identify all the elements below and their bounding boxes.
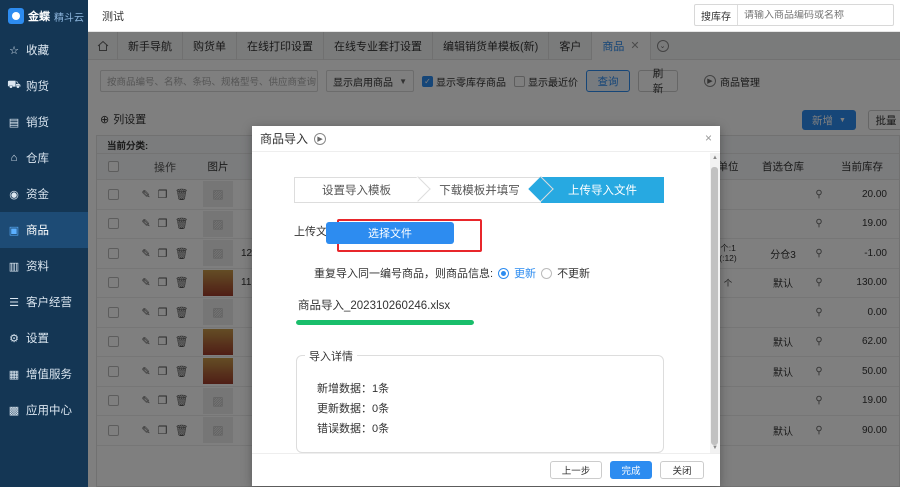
prev-button[interactable]: 上一步: [550, 461, 602, 479]
logo-name: 金蝶: [28, 11, 50, 23]
choose-file-button[interactable]: 选择文件: [326, 222, 454, 244]
settings-icon: ⚙: [9, 332, 19, 345]
upload-progress: [296, 320, 474, 325]
upload-progress-fill: [296, 320, 474, 325]
sidebar-item-label: 购货: [26, 81, 49, 93]
radio-update-label: 更新: [514, 268, 537, 280]
sidebar-item-label: 收藏: [26, 45, 49, 57]
modal-body: 设置导入模板 下载模板并填写 上传导入文件 上传文件 选择文件 重复导入同一编号…: [252, 153, 710, 453]
sidebar-item-label: 仓库: [26, 153, 49, 165]
repeat-label: 重复导入同一编号商品，则商品信息:: [314, 268, 494, 280]
step-3: 上传导入文件: [541, 177, 664, 203]
sales-icon: ▤: [8, 116, 20, 129]
step-2-label: 下载模板并填写: [439, 185, 520, 197]
detail-error: 错误数据：0条: [317, 423, 390, 435]
global-search[interactable]: 搜库存: [694, 4, 894, 26]
logo-sub: 精斗云: [54, 12, 84, 24]
step-1: 设置导入模板: [294, 176, 431, 203]
logo-icon: [8, 8, 24, 24]
sidebar-item-7[interactable]: ☰ 客户经营: [0, 284, 88, 320]
close-icon[interactable]: ×: [705, 131, 712, 145]
modal-header: 商品导入 ▶: [252, 126, 720, 152]
sidebar-item-5[interactable]: ▣ 商品: [0, 212, 88, 248]
step-3-label: 上传导入文件: [568, 185, 637, 197]
repeat-import-option: 重复导入同一编号商品，则商品信息: 更新 不更新: [314, 265, 590, 281]
detail-new: 新增数据：1条: [317, 383, 390, 395]
step-2: 下载模板并填写: [418, 176, 554, 203]
modal-title: 商品导入: [260, 132, 309, 146]
uploaded-file-name: 商品导入_202310260246.xlsx: [298, 300, 451, 312]
sidebar-item-2[interactable]: ▤ 销货: [0, 104, 88, 140]
app-center-icon: ▩: [8, 404, 20, 417]
sidebar-item-3[interactable]: ⌂ 仓库: [0, 140, 88, 176]
service-icon: ▦: [8, 368, 20, 381]
document-icon: ▥: [8, 260, 20, 273]
sidebar-item-10[interactable]: ▩ 应用中心: [0, 392, 88, 428]
sidebar-item-1[interactable]: ⛟ 购货: [0, 68, 88, 104]
modal-scrollbar[interactable]: ▲ ▼: [710, 153, 720, 453]
customer-icon: ☰: [9, 296, 19, 309]
money-icon: ◉: [9, 188, 19, 201]
star-icon: ☆: [9, 44, 19, 57]
play-circle-icon[interactable]: ▶: [314, 132, 327, 145]
sidebar-item-label: 应用中心: [26, 405, 72, 417]
radio-update[interactable]: [498, 267, 510, 279]
done-button[interactable]: 完成: [610, 461, 652, 479]
sidebar-item-label: 增值服务: [26, 369, 72, 381]
radio-no-update-label: 不更新: [557, 268, 591, 280]
page-title: 测试: [102, 10, 124, 23]
sidebar-item-label: 资料: [26, 261, 49, 273]
global-search-input[interactable]: [738, 9, 868, 21]
detail-update: 更新数据：0条: [317, 403, 390, 415]
sidebar-item-label: 销货: [26, 117, 49, 129]
sidebar-item-label: 客户经营: [26, 297, 72, 309]
sidebar-item-4[interactable]: ◉ 资金: [0, 176, 88, 212]
top-bar: 测试 搜库存: [88, 0, 900, 32]
global-search-label: 搜库存: [695, 5, 738, 25]
scroll-thumb[interactable]: [711, 167, 718, 445]
sidebar: 金蝶 精斗云 ☆ 收藏 ⛟ 购货 ▤ 销货 ⌂ 仓库 ◉ 资金 ▣ 商品 ▥ 资料 ☰ 客户经营 ⚙ 设置 ▦ 增值服…: [0, 0, 88, 487]
detail-title: 导入详情: [305, 348, 357, 364]
scroll-up-icon[interactable]: ▲: [712, 155, 718, 161]
scroll-down-icon[interactable]: ▼: [712, 445, 718, 451]
sidebar-item-label: 设置: [26, 333, 49, 345]
app-logo: 金蝶 精斗云: [0, 0, 88, 32]
sidebar-item-9[interactable]: ▦ 增值服务: [0, 356, 88, 392]
sidebar-item-label: 商品: [26, 225, 49, 237]
import-modal: 商品导入 ▶ × 设置导入模板 下载模板并填写 上传导入文件 上传文件 选择文件…: [252, 126, 720, 486]
import-steps: 设置导入模板 下载模板并填写 上传导入文件: [294, 176, 664, 203]
sidebar-item-label: 资金: [26, 189, 49, 201]
radio-no-update[interactable]: [541, 267, 553, 279]
import-detail: 导入详情 新增数据：1条 更新数据：0条 错误数据：0条: [296, 348, 664, 453]
warehouse-icon: ⌂: [10, 152, 18, 164]
close-button[interactable]: 关闭: [660, 461, 704, 479]
step-1-label: 设置导入模板: [322, 185, 391, 197]
modal-footer: 上一步 完成 关闭: [252, 453, 720, 486]
goods-icon: ▣: [8, 224, 20, 237]
sidebar-item-6[interactable]: ▥ 资料: [0, 248, 88, 284]
sidebar-item-8[interactable]: ⚙ 设置: [0, 320, 88, 356]
cart-icon: ⛟: [7, 79, 21, 91]
sidebar-item-0[interactable]: ☆ 收藏: [0, 32, 88, 68]
